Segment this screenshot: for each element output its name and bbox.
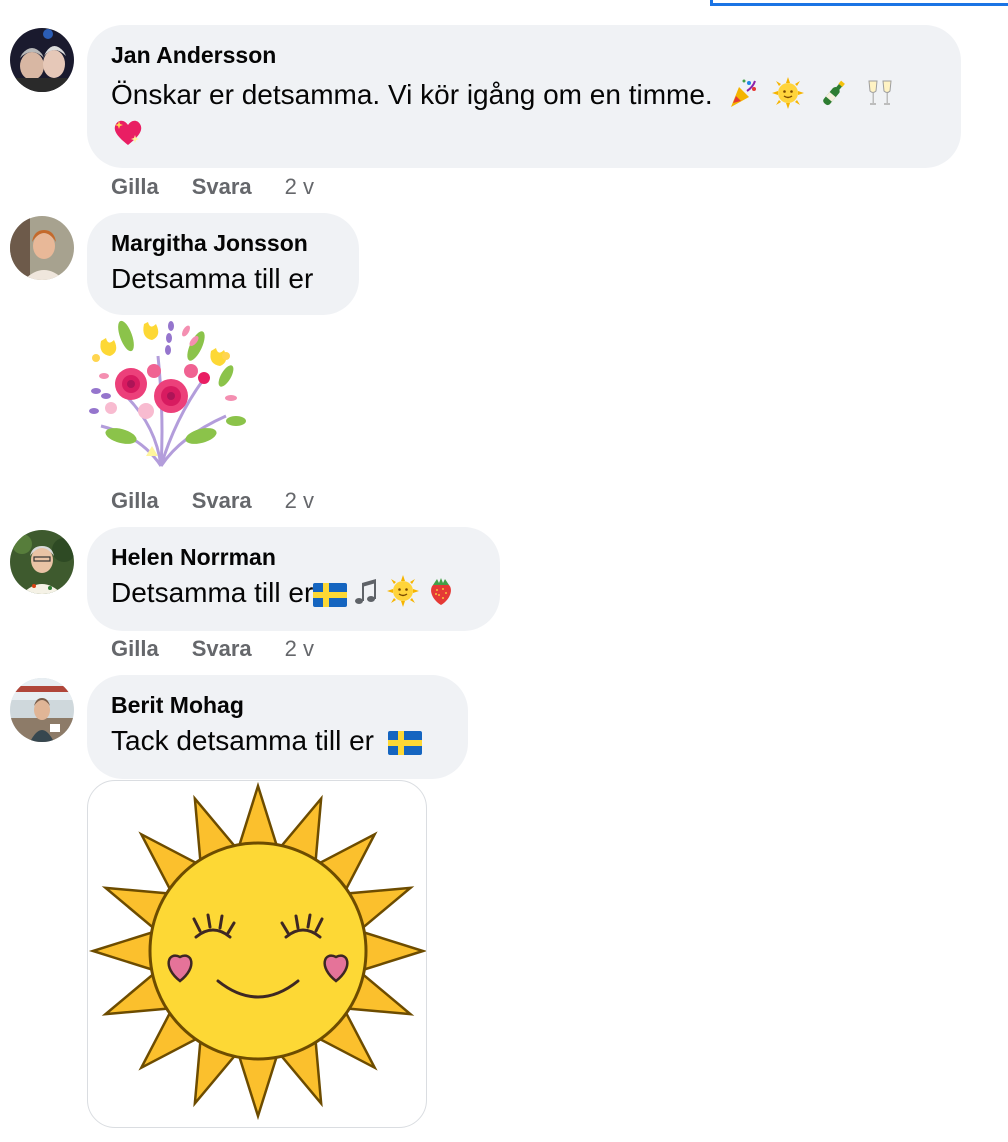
comment-text: Detsamma till er [111, 263, 314, 294]
comment-text-line-2 [111, 115, 937, 155]
flower-bouquet-sticker[interactable] [86, 316, 246, 481]
comment-bubble: Jan Andersson Önskar er detsamma. Vi kör… [87, 25, 961, 168]
comment-text: Tack detsamma till er [111, 721, 444, 761]
timestamp[interactable]: 2 v [285, 636, 314, 662]
sparkling-heart-icon [111, 115, 145, 149]
reply-button[interactable]: Svara [192, 488, 252, 514]
avatar[interactable] [10, 530, 74, 594]
comment-author[interactable]: Margitha Jonsson [111, 229, 335, 257]
sweden-flag-icon [387, 731, 422, 755]
like-button[interactable]: Gilla [111, 636, 159, 662]
reply-button[interactable]: Svara [192, 174, 252, 200]
like-button[interactable]: Gilla [111, 488, 159, 514]
timestamp[interactable]: 2 v [285, 174, 314, 200]
timestamp[interactable]: 2 v [285, 488, 314, 514]
comment-actions: Gilla Svara 2 v [111, 488, 314, 514]
like-button[interactable]: Gilla [111, 174, 159, 200]
comment-author[interactable]: Jan Andersson [111, 41, 937, 69]
comment-bubble: Berit Mohag Tack detsamma till er [87, 675, 468, 779]
sun-with-face-icon [772, 77, 805, 109]
comment-bubble: Margitha Jonsson Detsamma till er [87, 213, 359, 315]
avatar[interactable] [10, 216, 74, 280]
clinking-glasses-icon [864, 77, 896, 109]
focus-outline [710, 0, 1008, 6]
smiling-sunflower-sticker[interactable] [87, 780, 427, 1128]
comment-actions: Gilla Svara 2 v [111, 174, 314, 200]
comment-actions: Gilla Svara 2 v [111, 636, 314, 662]
avatar[interactable] [10, 28, 74, 92]
comment-author[interactable]: Helen Norrman [111, 543, 476, 571]
comment-author[interactable]: Berit Mohag [111, 691, 444, 719]
reply-button[interactable]: Svara [192, 636, 252, 662]
champagne-icon [818, 77, 850, 109]
strawberry-icon [425, 575, 457, 607]
comment-text: Detsamma till er [111, 573, 476, 613]
party-popper-icon [727, 77, 759, 109]
musical-notes-icon [351, 577, 381, 607]
avatar[interactable] [10, 678, 74, 742]
comment-bubble: Helen Norrman Detsamma till er [87, 527, 500, 631]
sweden-flag-icon [313, 583, 348, 607]
sun-with-face-icon [387, 575, 420, 607]
comment-text: Önskar er detsamma. Vi kör igång om en t… [111, 75, 937, 115]
